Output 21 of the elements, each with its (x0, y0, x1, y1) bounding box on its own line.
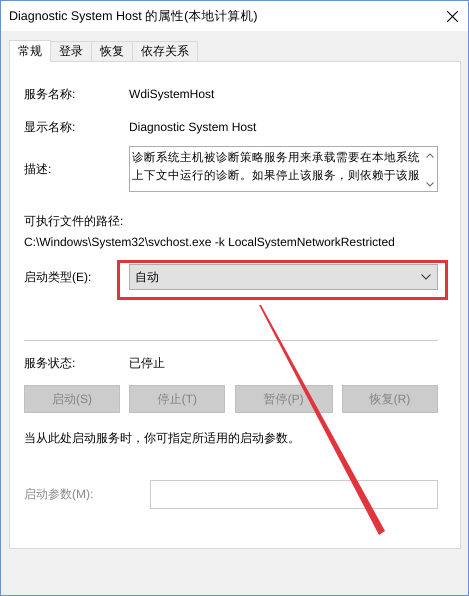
close-icon[interactable] (447, 10, 458, 22)
service-name: WdiSystemHost (129, 87, 214, 101)
field-label: 启动参数(M): (24, 486, 94, 503)
startup-type-dropdown[interactable]: 自动 (129, 264, 438, 290)
field-label: 启动类型(E): (24, 268, 92, 286)
field-label: 服务名称: (24, 86, 76, 102)
chevron-down-icon (421, 274, 431, 280)
field-label: 描述: (24, 160, 52, 178)
field-label: 服务状态: (24, 354, 76, 372)
window-title: Diagnostic System Host 的属性(本地计算机) (9, 8, 258, 24)
path-label: 可执行文件的路径: (24, 213, 124, 230)
field-label: 显示名称: (24, 118, 76, 136)
scroll-down-icon[interactable] (426, 182, 434, 187)
tab[interactable]: 常规 (9, 40, 51, 62)
service-status: 已停止 (129, 354, 165, 372)
tab[interactable]: 依存关系 (132, 41, 198, 61)
scroll-up-icon[interactable] (426, 153, 434, 158)
executable-path: C:\Windows\System32\svchost.exe -k LocalSystemNetworkRestricted (24, 235, 395, 249)
display-name: Diagnostic System Host (129, 120, 256, 134)
note-text: 当从此处启动服务时，你可指定所适用的启动参数。 (24, 430, 300, 446)
description-box[interactable]: 诊断系统主机被诊断策略服务用来承载需要在本地系统 上下文中运行的诊断。如果停止该服务，则依赖于该服 (129, 146, 438, 192)
